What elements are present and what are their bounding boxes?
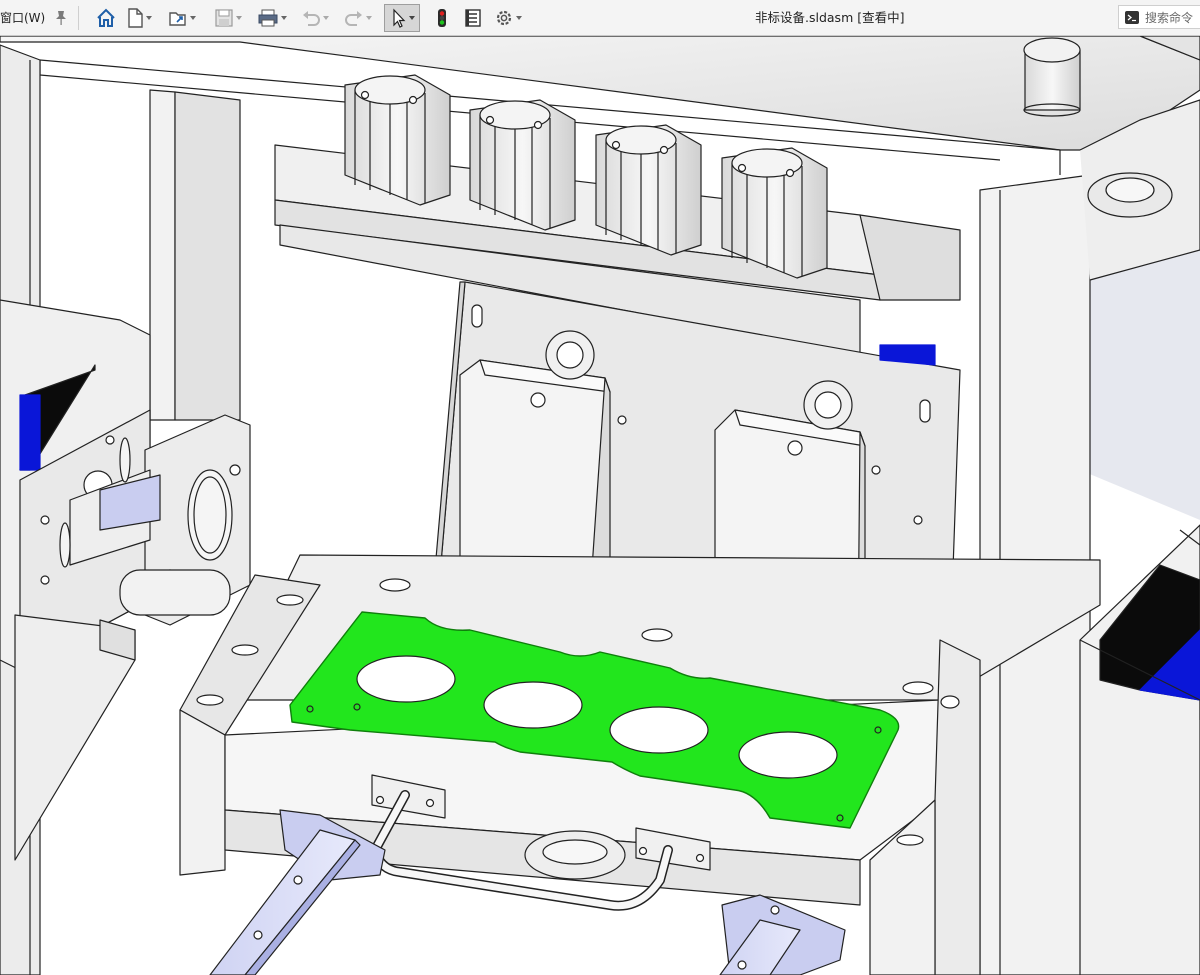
new-document-icon: [128, 8, 143, 28]
top-toolbar: 窗口(W) 非标设备.sldasm [查看中] 搜索命令: [0, 0, 1200, 36]
chevron-down-icon[interactable]: [365, 5, 373, 31]
open-button[interactable]: [167, 5, 197, 31]
menu-window[interactable]: 窗口(W): [0, 0, 45, 36]
pin-icon[interactable]: [54, 10, 68, 26]
print-button[interactable]: [256, 5, 288, 31]
chevron-down-icon[interactable]: [515, 5, 523, 31]
traffic-light-icon: [438, 9, 446, 27]
new-document-button[interactable]: [125, 5, 153, 31]
redo-icon: [345, 11, 362, 26]
command-prompt-icon: [1125, 10, 1139, 24]
select-pointer-icon: [393, 8, 406, 28]
undo-icon: [303, 11, 320, 26]
undo-button[interactable]: [300, 5, 330, 31]
options-gear-icon: [496, 10, 512, 26]
search-commands-field[interactable]: 搜索命令: [1118, 5, 1200, 29]
file-properties-icon: [465, 9, 481, 27]
file-properties-button[interactable]: [463, 5, 483, 31]
chevron-down-icon[interactable]: [145, 5, 153, 31]
save-button[interactable]: [213, 5, 243, 31]
chevron-down-icon[interactable]: [408, 5, 416, 31]
open-folder-icon: [169, 12, 186, 26]
select-button[interactable]: [384, 4, 420, 32]
assembly-3d-model[interactable]: [0, 36, 1200, 975]
chevron-down-icon[interactable]: [235, 5, 243, 31]
search-commands-placeholder: 搜索命令: [1145, 10, 1194, 25]
graphics-viewport[interactable]: [0, 36, 1200, 975]
print-icon: [258, 9, 278, 27]
home-icon: [97, 8, 115, 27]
home-button[interactable]: [95, 5, 117, 31]
chevron-down-icon[interactable]: [280, 5, 288, 31]
document-title: 非标设备.sldasm [查看中]: [755, 10, 905, 25]
chevron-down-icon[interactable]: [189, 5, 197, 31]
toolbar-separator: [78, 6, 79, 30]
redo-button[interactable]: [343, 5, 373, 31]
rebuild-button[interactable]: [434, 5, 450, 31]
options-button[interactable]: [493, 5, 523, 31]
save-icon: [215, 9, 233, 27]
guide-post: [1023, 37, 1081, 117]
chevron-down-icon[interactable]: [322, 5, 330, 31]
